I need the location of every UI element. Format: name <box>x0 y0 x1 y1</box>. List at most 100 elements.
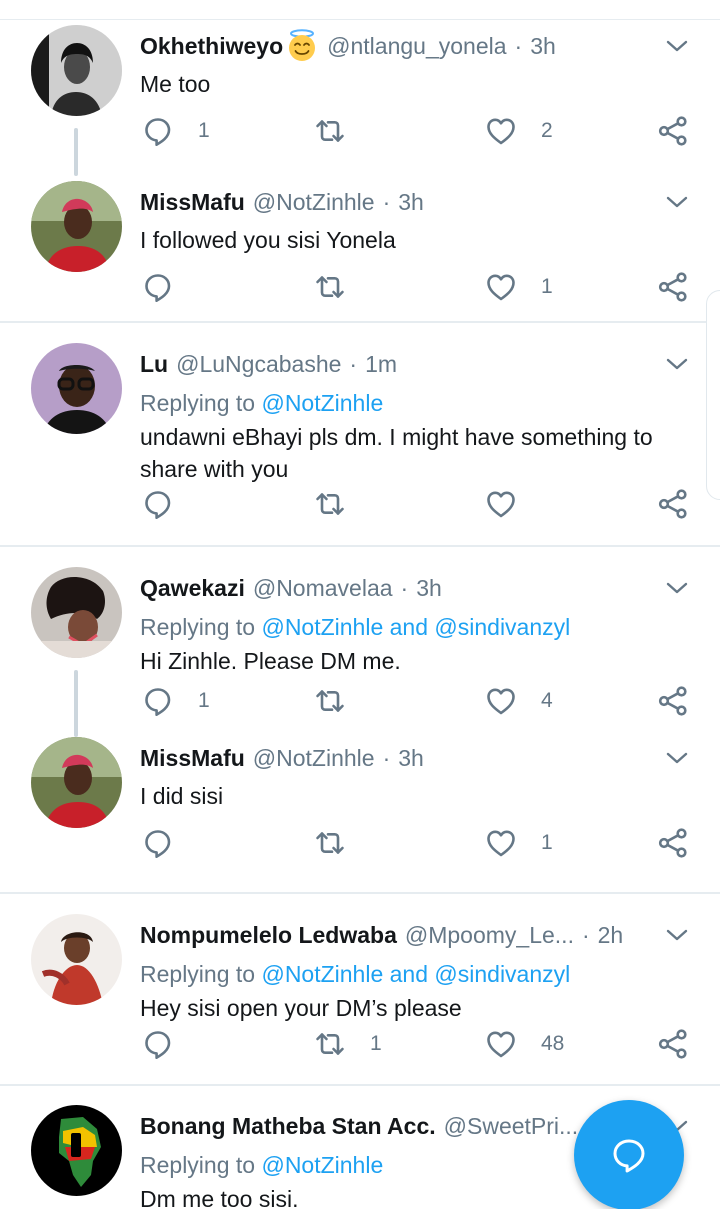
tweet[interactable]: Qawekazi @Nomavelaa · 3h Replying to @No… <box>0 547 720 737</box>
display-name[interactable]: Qawekazi <box>140 566 245 610</box>
like-button[interactable] <box>485 484 541 524</box>
replying-to: Replying to @NotZinhle and @sindivanzyl <box>140 610 680 645</box>
replying-to-label: Replying to <box>140 614 262 640</box>
display-name[interactable]: Nompumelelo Ledwaba <box>140 913 397 957</box>
replying-to-label: Replying to <box>140 390 262 416</box>
tweet-text: I followed you sisi Yonela <box>140 227 396 253</box>
new-reply-button[interactable] <box>574 1100 684 1209</box>
user-handle[interactable]: @NotZinhle <box>253 736 375 780</box>
mention-link[interactable]: @NotZinhle <box>261 390 383 416</box>
display-name[interactable]: Okhethiweyo <box>140 24 283 68</box>
avatar[interactable] <box>31 914 122 1005</box>
share-icon <box>657 685 689 717</box>
retweet-button[interactable]: 1 <box>314 1024 382 1064</box>
like-button[interactable]: 1 <box>485 267 553 307</box>
timestamp[interactable]: 1m <box>365 342 397 386</box>
timestamp[interactable]: 3h <box>398 180 424 224</box>
tweet[interactable]: Nompumelelo Ledwaba @Mpoomy_Le... · 2h R… <box>0 894 720 1086</box>
reply-icon <box>142 1028 174 1060</box>
like-button[interactable]: 1 <box>485 823 553 863</box>
share-button[interactable] <box>657 1024 689 1064</box>
user-handle[interactable]: @Mpoomy_Le... <box>405 913 574 957</box>
retweet-icon <box>314 685 346 717</box>
mention-link[interactable]: @NotZinhle and @sindivanzyl <box>261 614 570 640</box>
avatar[interactable] <box>31 343 122 434</box>
timestamp[interactable]: 3h <box>530 24 556 68</box>
like-count: 1 <box>541 831 553 854</box>
chevron-down-icon[interactable] <box>665 746 689 770</box>
reply-count: 1 <box>198 689 210 712</box>
chevron-down-icon[interactable] <box>665 576 689 600</box>
share-button[interactable] <box>657 267 689 307</box>
avatar[interactable] <box>31 567 122 658</box>
avatar[interactable] <box>31 181 122 272</box>
replying-to-label: Replying to <box>140 961 262 987</box>
retweet-button[interactable] <box>314 681 370 721</box>
display-name[interactable]: MissMafu <box>140 180 245 224</box>
mention-link[interactable]: @NotZinhle and @sindivanzyl <box>261 961 570 987</box>
avatar[interactable] <box>31 737 122 828</box>
tweet[interactable]: Lu @LuNgcabashe · 1m Replying to @NotZin… <box>0 323 720 547</box>
reply-button[interactable] <box>142 484 198 524</box>
tweet[interactable]: MissMafu @NotZinhle · 3h I followed you … <box>0 176 720 323</box>
share-button[interactable] <box>657 484 689 524</box>
like-button[interactable]: 48 <box>485 1024 564 1064</box>
heart-icon <box>485 685 517 717</box>
reply-icon <box>142 271 174 303</box>
tweet-text: Me too <box>140 71 211 97</box>
replying-to-label: Replying to <box>140 1152 262 1178</box>
reply-button[interactable] <box>142 823 198 863</box>
reply-button[interactable]: 1 <box>142 111 210 151</box>
timestamp[interactable]: 3h <box>416 566 442 610</box>
chevron-down-icon[interactable] <box>665 190 689 214</box>
display-name[interactable]: Bonang Matheba Stan Acc. <box>140 1104 436 1148</box>
reply-button[interactable] <box>142 267 198 307</box>
display-name[interactable]: MissMafu <box>140 736 245 780</box>
share-button[interactable] <box>657 681 689 721</box>
timestamp[interactable]: 2h <box>598 913 624 957</box>
separator-dot: · <box>382 189 391 215</box>
chevron-down-icon[interactable] <box>665 34 689 58</box>
tweet[interactable]: Okhethiweyo @ntlangu_yonela · 3h Me too … <box>0 20 720 176</box>
like-button[interactable]: 4 <box>485 681 553 721</box>
retweet-button[interactable] <box>314 267 370 307</box>
retweet-icon <box>314 488 346 520</box>
reply-icon <box>142 115 174 147</box>
scrollbar[interactable] <box>706 290 720 500</box>
reply-button[interactable] <box>142 1024 198 1064</box>
heart-icon <box>485 115 517 147</box>
retweet-button[interactable] <box>314 111 370 151</box>
retweet-button[interactable] <box>314 823 370 863</box>
like-button[interactable]: 2 <box>485 111 553 151</box>
share-button[interactable] <box>657 823 689 863</box>
reply-icon <box>142 488 174 520</box>
heart-icon <box>485 488 517 520</box>
separator-dot: · <box>400 575 409 601</box>
share-icon <box>657 1028 689 1060</box>
smiling-face-with-halo-icon <box>285 29 319 63</box>
avatar[interactable] <box>31 1105 122 1196</box>
chevron-down-icon[interactable] <box>665 352 689 376</box>
user-handle[interactable]: @LuNgcabashe <box>176 342 341 386</box>
reply-icon <box>142 827 174 859</box>
separator-dot: · <box>382 745 391 771</box>
share-button[interactable] <box>657 111 689 151</box>
tweet[interactable]: MissMafu @NotZinhle · 3h I did sisi 1 <box>0 737 720 894</box>
user-handle[interactable]: @SweetPri... <box>444 1104 579 1148</box>
mention-link[interactable]: @NotZinhle <box>261 1152 383 1178</box>
timestamp[interactable]: 3h <box>398 736 424 780</box>
thread-line <box>74 670 78 737</box>
reply-count: 1 <box>198 119 210 142</box>
user-handle[interactable]: @ntlangu_yonela <box>327 24 506 68</box>
retweet-icon <box>314 115 346 147</box>
new-reply-icon <box>609 1135 649 1175</box>
display-name[interactable]: Lu <box>140 342 168 386</box>
avatar[interactable] <box>31 25 122 116</box>
tweet-text: undawni eBhayi pls dm. I might have some… <box>140 424 653 482</box>
reply-button[interactable]: 1 <box>142 681 210 721</box>
retweet-button[interactable] <box>314 484 370 524</box>
user-handle[interactable]: @Nomavelaa <box>253 566 393 610</box>
user-handle[interactable]: @NotZinhle <box>253 180 375 224</box>
chevron-down-icon[interactable] <box>665 923 689 947</box>
like-count: 2 <box>541 119 553 142</box>
